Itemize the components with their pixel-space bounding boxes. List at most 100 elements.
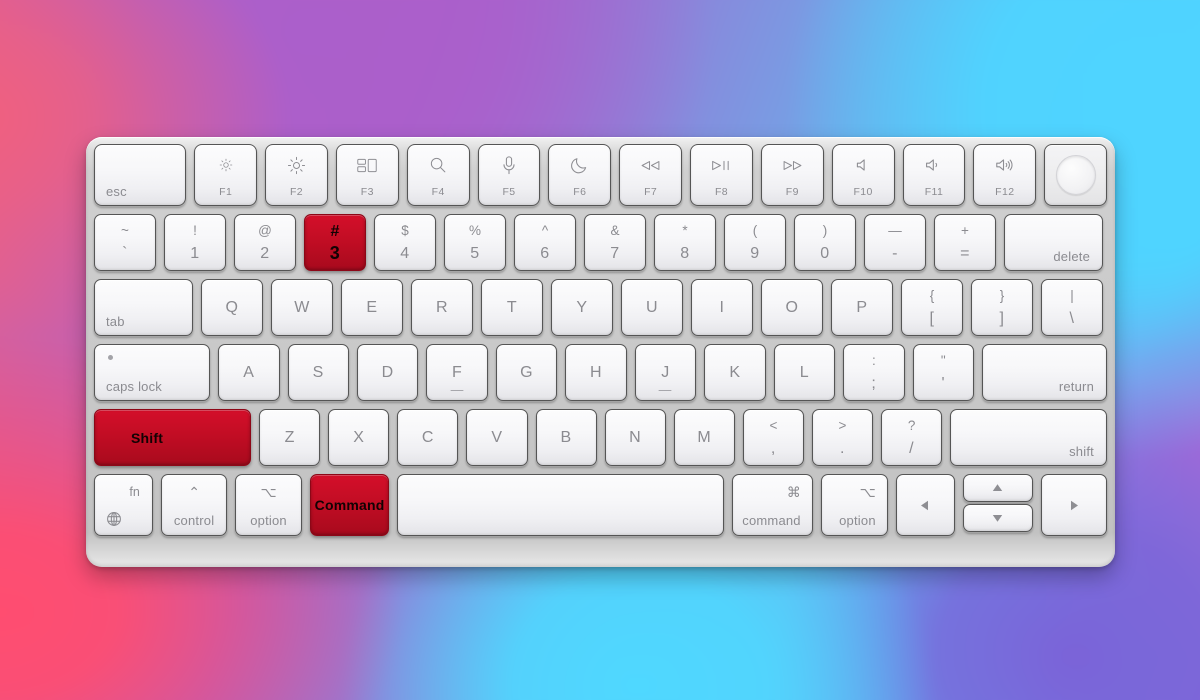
key-w[interactable]: W xyxy=(271,279,333,336)
key-l[interactable]: L xyxy=(773,344,836,401)
key-touch-id[interactable] xyxy=(1044,144,1108,206)
key-f1[interactable]: F1 xyxy=(194,144,258,206)
key-v[interactable]: V xyxy=(466,409,528,466)
key-g-label: G xyxy=(520,363,534,381)
key-period[interactable]: > . xyxy=(811,409,874,466)
key-i-label: I xyxy=(719,298,725,316)
key-tab[interactable]: tab xyxy=(94,279,193,336)
key-f2[interactable]: F2 xyxy=(265,144,328,206)
key-z-label: Z xyxy=(284,428,295,446)
key-7-shift-label: & xyxy=(610,223,620,238)
key-c[interactable]: C xyxy=(397,409,459,466)
arrow-right-icon xyxy=(1069,500,1079,511)
key-fn[interactable]: fn xyxy=(94,474,153,536)
option-symbol-icon-right: ⌥ xyxy=(859,484,876,500)
key-d[interactable]: D xyxy=(356,344,419,401)
key-j[interactable]: J xyxy=(634,344,697,401)
key-r[interactable]: R xyxy=(411,279,473,336)
key-2[interactable]: @ 2 xyxy=(234,214,296,271)
brightness-up-icon xyxy=(287,156,306,174)
key-delete-label: delete xyxy=(1053,249,1090,264)
key-i[interactable]: I xyxy=(691,279,753,336)
key-m[interactable]: M xyxy=(673,409,735,466)
key-o[interactable]: O xyxy=(761,279,823,336)
key-backslash[interactable]: | \ xyxy=(1041,279,1103,336)
qwerty-row: tab Q W E R T Y U I O P {[}] | \ xyxy=(94,279,1107,336)
key-caps-lock-label: caps lock xyxy=(106,379,162,394)
key-y[interactable]: Y xyxy=(551,279,613,336)
key-space[interactable] xyxy=(397,474,725,536)
key-0[interactable]: ) 0 xyxy=(794,214,856,271)
key-equal[interactable]: + = xyxy=(934,214,996,271)
key-t[interactable]: T xyxy=(481,279,543,336)
key-f8[interactable]: F8 xyxy=(690,144,753,206)
key-arrow-down[interactable] xyxy=(962,504,1033,532)
shift-row: Shift Z X C V B N M < , > . ? / shift xyxy=(94,409,1107,466)
key-9[interactable]: ( 9 xyxy=(724,214,786,271)
key-control[interactable]: ⌃ control xyxy=(160,474,228,536)
key-command-left[interactable]: Command xyxy=(309,474,390,536)
key-5[interactable]: % 5 xyxy=(444,214,506,271)
key-f11[interactable]: F11 xyxy=(902,144,966,206)
key-f6[interactable]: F6 xyxy=(548,144,612,206)
key-4[interactable]: $ 4 xyxy=(374,214,436,271)
key-s-label: S xyxy=(312,363,324,381)
key-p[interactable]: P xyxy=(831,279,893,336)
key-z[interactable]: Z xyxy=(259,409,321,466)
key-arrow-left[interactable] xyxy=(895,474,955,536)
key-q[interactable]: Q xyxy=(201,279,263,336)
key-arrow-up[interactable] xyxy=(962,474,1033,502)
key-quote-label: ' xyxy=(941,375,946,392)
key-k[interactable]: K xyxy=(704,344,766,401)
key-caps-lock[interactable]: caps lock xyxy=(94,344,211,401)
key-1[interactable]: ! 1 xyxy=(164,214,226,271)
key-option-left[interactable]: ⌥ option xyxy=(235,474,302,536)
key-option-left-label: option xyxy=(250,513,287,528)
key-f1-fnum: F1 xyxy=(219,185,233,198)
key-8-shift-label: * xyxy=(682,223,688,238)
key-n[interactable]: N xyxy=(604,409,666,466)
key-f[interactable]: F xyxy=(426,344,488,401)
dictation-microphone-icon xyxy=(502,155,516,174)
key-e[interactable]: E xyxy=(341,279,403,336)
key-h[interactable]: H xyxy=(565,344,627,401)
key-g[interactable]: G xyxy=(495,344,558,401)
key-shift-left[interactable]: Shift xyxy=(94,409,252,466)
key-f3[interactable]: F3 xyxy=(335,144,399,206)
key-bracket-right[interactable]: } ] xyxy=(971,279,1033,336)
key-comma[interactable]: < , xyxy=(742,409,804,466)
key-option-right[interactable]: ⌥ option xyxy=(820,474,888,536)
key-f12[interactable]: F12 xyxy=(973,144,1037,206)
key-f9[interactable]: F9 xyxy=(760,144,824,206)
do-not-disturb-moon-icon xyxy=(571,156,588,174)
key-period-label: . xyxy=(840,440,845,457)
key-f5[interactable]: F5 xyxy=(477,144,541,206)
key-arrow-right[interactable] xyxy=(1040,474,1108,536)
key-u[interactable]: U xyxy=(621,279,683,336)
key-a[interactable]: A xyxy=(218,344,280,401)
key-b-label: B xyxy=(560,428,572,446)
key-bracket-left[interactable]: { [ xyxy=(901,279,963,336)
key-backtick[interactable]: ~ ` xyxy=(94,214,156,271)
key-8[interactable]: * 8 xyxy=(654,214,716,271)
key-quote-shift-label: " xyxy=(940,353,946,368)
key-return[interactable]: return xyxy=(982,344,1108,401)
key-1-label: 1 xyxy=(190,245,200,262)
key-command-right[interactable]: ⌘ command xyxy=(732,474,813,536)
key-f4[interactable]: F4 xyxy=(406,144,470,206)
key-b[interactable]: B xyxy=(535,409,597,466)
key-delete[interactable]: delete xyxy=(1004,214,1103,271)
key-semicolon[interactable]: : ; xyxy=(843,344,905,401)
key-minus[interactable]: — - xyxy=(864,214,926,271)
key-quote[interactable]: " ' xyxy=(912,344,975,401)
key-3[interactable]: # 3 xyxy=(304,214,366,271)
key-f7[interactable]: F7 xyxy=(619,144,683,206)
key-x[interactable]: X xyxy=(328,409,390,466)
key-esc[interactable]: esc xyxy=(94,144,187,206)
key-6[interactable]: ^ 6 xyxy=(514,214,576,271)
key-shift-right[interactable]: shift xyxy=(950,409,1107,466)
key-s[interactable]: S xyxy=(287,344,349,401)
key-f10[interactable]: F10 xyxy=(831,144,895,206)
key-slash[interactable]: ? / xyxy=(881,409,943,466)
key-7[interactable]: & 7 xyxy=(584,214,646,271)
